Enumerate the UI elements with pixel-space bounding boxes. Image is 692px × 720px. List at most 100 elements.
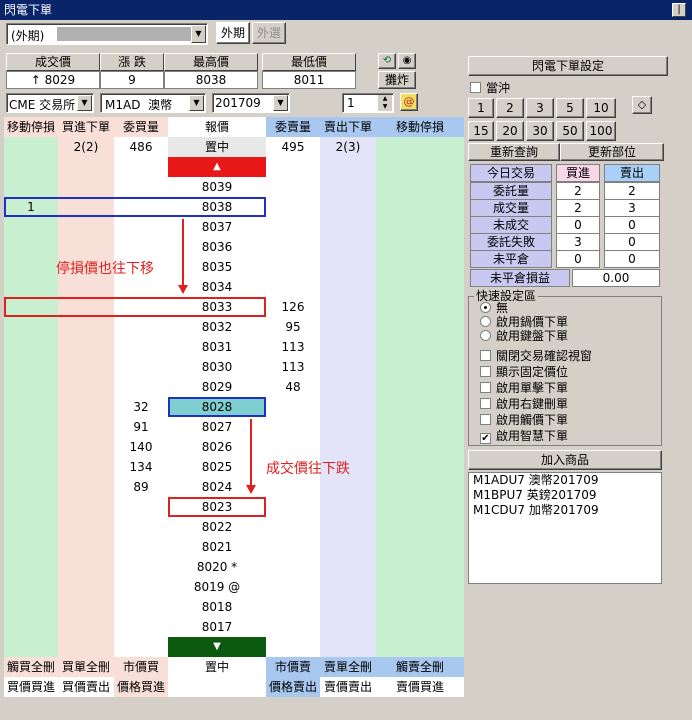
product-item[interactable]: M1BPU7 英鎊201709 <box>469 488 661 503</box>
checkbox-icon[interactable] <box>480 366 491 377</box>
quick-check-option[interactable]: 啟用觸價下單 <box>480 412 568 428</box>
checkbox-icon[interactable] <box>480 414 491 425</box>
stop-buy-cell[interactable] <box>4 517 58 537</box>
quick-radio-option[interactable]: 啟用鍵盤下單 <box>480 328 568 344</box>
day-trade-checkbox[interactable]: 當沖 <box>470 80 510 96</box>
price-cell[interactable]: 8031 <box>168 337 266 357</box>
price-cell[interactable]: 8039 <box>168 177 266 197</box>
stop-buy-cell[interactable] <box>4 557 58 577</box>
settings-button[interactable]: 閃電下單設定 <box>468 56 668 76</box>
stop-buy-cell[interactable] <box>4 417 58 437</box>
stop-buy-cell[interactable] <box>4 297 58 317</box>
refresh-position-button[interactable]: 更新部位 <box>560 143 664 161</box>
qty-50-button[interactable]: 50 <box>556 121 584 141</box>
eraser-icon[interactable]: ◇ <box>632 96 652 114</box>
price-cell[interactable]: 8029 <box>168 377 266 397</box>
price-cell[interactable]: 8019 @ <box>168 577 266 597</box>
product-select[interactable]: M1AD 澳幣 ▼ <box>100 93 206 113</box>
center-bottom-button[interactable]: 置中 <box>168 657 266 677</box>
price-buy-button[interactable]: 價格買進 <box>114 677 168 697</box>
checkbox-icon[interactable] <box>480 382 491 393</box>
chevron-down-icon[interactable]: ▼ <box>189 95 204 111</box>
stop-buy-cell[interactable]: 1 <box>4 197 58 217</box>
ask-sell-button[interactable]: 賣價賣出 <box>320 677 376 697</box>
center-button[interactable]: 置中 <box>168 137 266 157</box>
price-cell[interactable]: 8021 <box>168 537 266 557</box>
stop-buy-cell[interactable] <box>4 377 58 397</box>
ask-buy-button[interactable]: 賣價買進 <box>376 677 464 697</box>
price-cell[interactable]: 8022 <box>168 517 266 537</box>
requery-button[interactable]: 重新查詢 <box>468 143 560 161</box>
stop-buy-cell[interactable] <box>4 537 58 557</box>
quick-check-option[interactable]: 啟用右鍵刪單 <box>480 396 568 412</box>
stop-buy-cell[interactable] <box>4 597 58 617</box>
price-cell[interactable]: 8028 <box>168 397 266 417</box>
quick-check-option[interactable]: 顯示固定價位 <box>480 364 568 380</box>
qty-3-button[interactable]: 3 <box>526 98 554 118</box>
stepper-down-icon[interactable]: ▼ <box>378 103 392 111</box>
price-cell[interactable]: 8017 <box>168 617 266 637</box>
stop-buy-cell[interactable] <box>4 497 58 517</box>
stop-buy-cell[interactable] <box>4 477 58 497</box>
scroll-up-button[interactable]: ▲ <box>168 157 266 177</box>
qty-1-button[interactable]: 1 <box>468 98 494 118</box>
checkbox-icon[interactable] <box>480 350 491 361</box>
delete-stop-sells-button[interactable]: 觸賣全刪 <box>376 657 464 677</box>
account-select[interactable]: (外期) ▼ <box>6 23 208 45</box>
price-cell[interactable]: 8038 <box>168 197 266 217</box>
stop-buy-cell[interactable] <box>4 177 58 197</box>
bid-sell-button[interactable]: 買價賣出 <box>58 677 114 697</box>
bid-buy-button[interactable]: 買價買進 <box>4 677 58 697</box>
stop-buy-cell[interactable] <box>4 437 58 457</box>
exchange-select[interactable]: CME 交易所 ▼ <box>6 93 94 113</box>
stop-buy-cell[interactable] <box>4 337 58 357</box>
price-cell[interactable]: 8023 <box>168 497 266 517</box>
market-sell-button[interactable]: 市價賣 <box>266 657 320 677</box>
delete-buy-orders-button[interactable]: 買單全刪 <box>58 657 114 677</box>
product-item[interactable]: M1CDU7 加幣201709 <box>469 503 661 518</box>
eye-icon[interactable]: ◉ <box>398 53 416 69</box>
price-cell[interactable]: 8018 <box>168 597 266 617</box>
price-cell[interactable]: 8033 <box>168 297 266 317</box>
checkbox-icon[interactable]: ✔ <box>480 433 491 444</box>
delete-sell-orders-button[interactable]: 賣單全刪 <box>320 657 376 677</box>
qty-10-button[interactable]: 10 <box>586 98 616 118</box>
at-icon[interactable]: @ <box>400 93 418 111</box>
stop-buy-cell[interactable] <box>4 217 58 237</box>
delete-stop-buys-button[interactable]: 觸買全刪 <box>4 657 58 677</box>
stop-buy-cell[interactable] <box>4 397 58 417</box>
stepper-up-icon[interactable]: ▲ <box>378 95 392 103</box>
sync-icon[interactable]: ⟲ <box>378 53 396 69</box>
product-item[interactable]: M1ADU7 澳幣201709 <box>469 473 661 488</box>
price-sell-button[interactable]: 價格賣出 <box>266 677 320 697</box>
add-product-button[interactable]: 加入商品 <box>468 450 662 470</box>
price-cell[interactable]: 8032 <box>168 317 266 337</box>
stop-buy-cell[interactable] <box>4 457 58 477</box>
tab-foreign-options[interactable]: 外選 <box>252 22 286 44</box>
quick-check-option[interactable]: ✔ 啟用智慧下單 <box>480 428 568 444</box>
stop-buy-cell[interactable] <box>4 357 58 377</box>
qty-5-button[interactable]: 5 <box>556 98 584 118</box>
quick-check-option[interactable]: 關閉交易確認視窗 <box>480 348 592 364</box>
stop-buy-cell[interactable] <box>4 317 58 337</box>
stop-buy-cell[interactable] <box>4 237 58 257</box>
checkbox-icon[interactable] <box>480 398 491 409</box>
stop-buy-cell[interactable] <box>4 257 58 277</box>
price-cell[interactable]: 8020 * <box>168 557 266 577</box>
quantity-stepper[interactable]: 1 ▲ ▼ <box>342 93 394 113</box>
chevron-down-icon[interactable]: ▼ <box>77 95 92 111</box>
stop-buy-cell[interactable] <box>4 277 58 297</box>
chevron-down-icon[interactable]: ▼ <box>273 95 288 111</box>
price-cell[interactable]: 8030 <box>168 357 266 377</box>
chevron-down-icon[interactable]: ▼ <box>191 25 206 43</box>
checkbox-icon[interactable] <box>470 82 481 93</box>
radio-icon[interactable] <box>480 302 491 313</box>
tab-foreign-futures[interactable]: 外期 <box>216 22 250 44</box>
qty-30-button[interactable]: 30 <box>526 121 554 141</box>
flat-button[interactable]: 攤炸 <box>378 71 416 89</box>
market-buy-button[interactable]: 市價買 <box>114 657 168 677</box>
restore-button[interactable]: | <box>672 3 686 17</box>
radio-icon[interactable] <box>480 316 491 327</box>
radio-icon[interactable] <box>480 330 491 341</box>
product-list[interactable]: M1ADU7 澳幣201709 M1BPU7 英鎊201709 M1CDU7 加… <box>468 472 662 584</box>
